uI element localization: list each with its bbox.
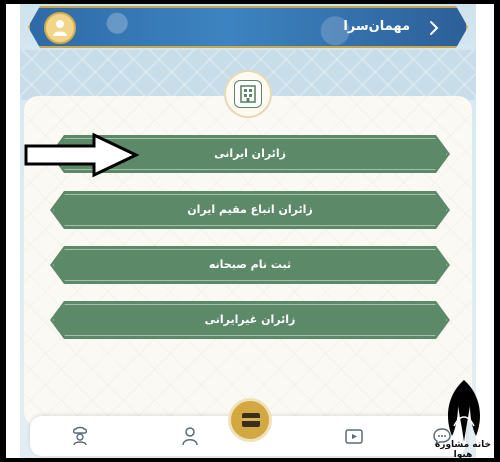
page-title: مهمان‌سرا	[343, 19, 410, 34]
arrow-right-icon	[24, 132, 140, 178]
profile-icon[interactable]	[180, 426, 200, 446]
app-screen: مهمان‌سرا	[20, 4, 476, 458]
menu-item-non-iranian-pilgrims[interactable]: زائران غیرایرانی	[50, 301, 450, 339]
app-header: مهمان‌سرا	[28, 6, 468, 48]
watermark-text: خانه مشاوره هیوا	[434, 440, 492, 460]
chevron-right-icon[interactable]	[424, 18, 444, 38]
building-icon	[224, 70, 272, 118]
video-icon[interactable]	[344, 426, 364, 446]
kaaba-icon[interactable]	[228, 398, 272, 442]
screenshot-frame: مهمان‌سرا	[6, 4, 494, 458]
menu-item-breakfast-registration[interactable]: ثبت نام صبحانه	[50, 246, 450, 284]
chef-icon[interactable]	[70, 426, 90, 446]
menu-item-foreign-residents[interactable]: زائران اتباع مقیم ایران	[50, 191, 450, 229]
user-avatar-icon[interactable]	[44, 12, 76, 44]
